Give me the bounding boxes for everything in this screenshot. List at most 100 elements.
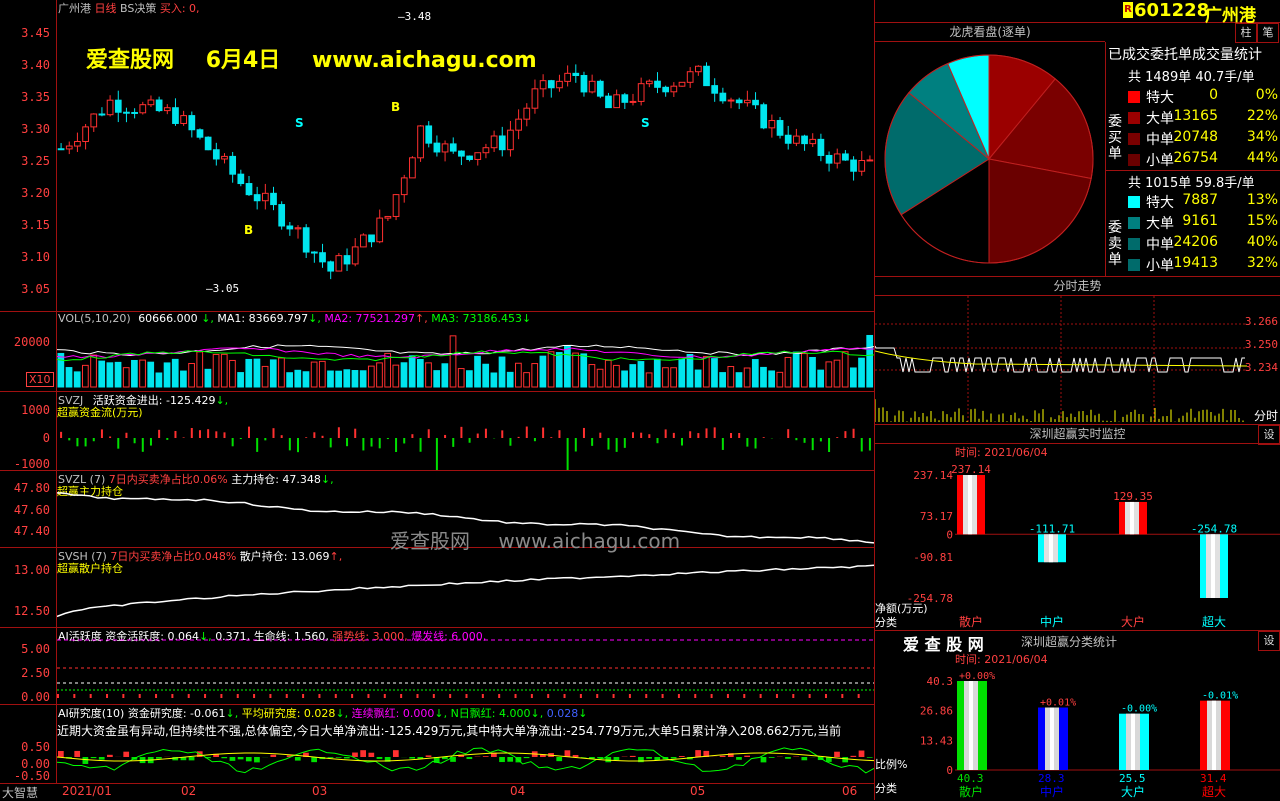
volume-bar (426, 363, 432, 387)
y-tick: 3.40 (21, 58, 50, 72)
svsh-pane[interactable]: 13.00 12.50 SVSH (7) 7日内买卖净占比0.048% 散户持仓… (0, 548, 874, 628)
volume-bar (393, 365, 399, 387)
ai-mark (547, 694, 549, 698)
ai-mark (841, 694, 843, 698)
class-category-label: 超大 (1202, 784, 1226, 799)
candle (401, 175, 407, 203)
volume-bar (589, 365, 595, 387)
class-value-label: 31.4 (1200, 772, 1227, 785)
monitor-tick: 0 (946, 528, 953, 541)
volume-bar (646, 373, 652, 387)
order-volume: 24206 (1173, 234, 1218, 250)
volume-bar (238, 373, 244, 387)
month-label: 06 (842, 784, 857, 798)
research-bar (107, 755, 113, 757)
tick-view-button[interactable]: 笔 (1257, 23, 1279, 43)
candle (230, 152, 236, 183)
ai-activity-pane[interactable]: 5.00 2.50 0.00 AI活跃度 资金活跃度: 0.064↓, 0.37… (0, 628, 874, 705)
candle (91, 113, 97, 132)
volume-bar (597, 369, 603, 387)
monitor-settings-button[interactable]: 设 (1258, 425, 1280, 445)
volume-bar (532, 364, 538, 387)
ai-mark (384, 694, 386, 698)
monitor-bar (1200, 534, 1228, 598)
volume-bar (785, 357, 791, 387)
stock-header: R 601228 广州港 (875, 0, 1280, 23)
class-tick: 13.43 (920, 734, 953, 747)
candle (761, 103, 767, 130)
order-percent: 34% (1247, 129, 1278, 145)
volume-bar (213, 354, 219, 387)
ai-mark (711, 694, 713, 698)
ai-mark (416, 694, 418, 698)
y-tick: 3.45 (21, 26, 50, 40)
candle (695, 65, 701, 76)
volume-bar (148, 362, 154, 387)
svzl-pane[interactable]: 47.80 47.60 47.40 SVZL (7) 7日内买卖净占比0.06%… (0, 471, 874, 548)
y-tick: 47.80 (14, 481, 50, 495)
y-tick: 3.15 (21, 218, 50, 232)
class-change-label: +0.01% (1040, 698, 1076, 709)
candle (66, 142, 72, 155)
candle (287, 222, 293, 236)
research-bar (761, 757, 767, 762)
volume-bar (826, 362, 832, 387)
class-change-label: -0.00% (1121, 704, 1157, 715)
ai-mark (564, 694, 566, 698)
ai-mark (188, 694, 190, 698)
candle (834, 149, 840, 169)
candle (107, 95, 113, 116)
buy-signal-1: B (244, 223, 253, 237)
class-category-label: 散户 (959, 784, 983, 799)
buy-total: 共 1489单 40.7手/单 (1128, 66, 1255, 85)
ratio-label: 比例% (875, 756, 907, 772)
order-volume: 19413 (1173, 255, 1218, 271)
volume-bar (230, 360, 236, 387)
candlestick-chart[interactable] (57, 0, 874, 311)
candle (655, 72, 661, 93)
order-percent: 22% (1247, 108, 1278, 124)
order-pie-chart (875, 42, 1105, 276)
candle (630, 94, 636, 105)
candle (524, 103, 530, 126)
class-settings-button[interactable]: 设 (1258, 631, 1280, 651)
candle (459, 150, 465, 165)
y-tick: 12.50 (14, 604, 50, 618)
research-bar (573, 755, 579, 757)
candle (75, 133, 81, 152)
volume-bar (499, 357, 505, 387)
ai-mark (302, 694, 304, 698)
y-tick: 5.00 (21, 642, 50, 656)
candle (279, 201, 285, 229)
monitor-bar-label: 237.14 (951, 463, 991, 476)
kline-pane[interactable]: 3.45 3.40 3.35 3.30 3.25 3.20 3.15 3.10 … (0, 0, 874, 312)
candle (213, 143, 219, 166)
ai-mark (694, 694, 696, 698)
legend-swatch (1128, 154, 1140, 166)
research-bar (867, 757, 873, 758)
volume-bar (83, 365, 89, 387)
volume-bar (467, 371, 473, 387)
class-panel[interactable]: 爱 查 股 网 深圳超赢分类统计 设 时间: 2021/06/04 40.326… (875, 631, 1280, 800)
candle (769, 115, 775, 138)
monitor-bar (957, 475, 985, 534)
volume-bar (810, 358, 816, 387)
ai-mark (269, 694, 271, 698)
volume-bar (736, 373, 742, 387)
legend-swatch (1128, 112, 1140, 124)
svzj-pane[interactable]: 1000 0 -1000 SVZJ 活跃资金进出: -125.429↓, 超赢资… (0, 392, 874, 471)
volume-bar (475, 356, 481, 387)
research-series (57, 748, 874, 773)
svsh-y-axis: 13.00 12.50 (0, 548, 57, 627)
intraday-panel[interactable]: 分时走势 3.266 3.250 3.234 分时 (875, 277, 1280, 425)
volume-bar (614, 365, 620, 387)
order-size-label: 大单 (1146, 213, 1174, 233)
ai-mark (662, 694, 664, 698)
candle (614, 90, 620, 108)
volume-bar (58, 353, 64, 387)
ai-research-pane[interactable]: 0.50 0.00 -0.50 AI研究度(10) 资金研究度: -0.061↓… (0, 705, 874, 784)
monitor-bar-label: -111.71 (1029, 522, 1075, 535)
volume-pane[interactable]: 20000 X10 VOL(5,10,20) 60666.000 ↓, MA1:… (0, 312, 874, 392)
monitor-panel[interactable]: 深圳超赢实时监控 设 时间: 2021/06/04 237.1473.170-9… (875, 425, 1280, 631)
column-view-button[interactable]: 柱 (1235, 23, 1257, 43)
